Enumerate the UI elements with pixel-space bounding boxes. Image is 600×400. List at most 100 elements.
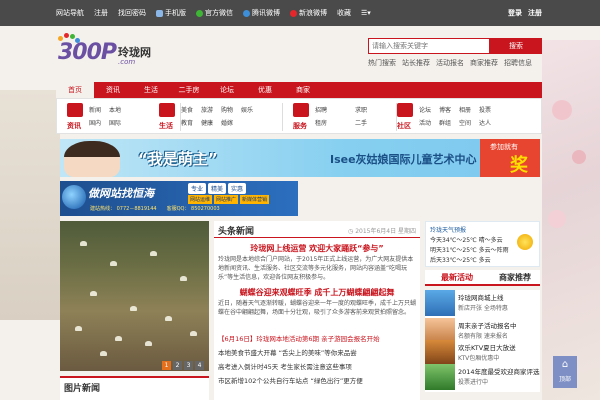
slider-page[interactable]: 4 (195, 361, 204, 370)
news-headline[interactable]: 蝴蝶谷迎来观蝶旺季 成千上万蝴蝶翩翩起舞 (214, 287, 420, 298)
top-links: 网站导航 注册 找回密码 手机版 官方微信 腾讯微博 新浪微博 收藏 ☰▾ (56, 8, 371, 18)
nav-item-forum[interactable]: 论坛 (208, 82, 246, 98)
subnav-link[interactable]: 达人 (479, 118, 495, 127)
subnav-link[interactable]: 活动 (419, 118, 435, 127)
side-list-item[interactable]: 2014年度最受欢迎商家评选 投票进行中 (425, 364, 540, 392)
banner-subline: Isee灰姑娘国际儿童艺术中心 (330, 153, 477, 166)
subnav-link[interactable]: 婚嫁 (221, 118, 237, 127)
subnav-link[interactable]: 美食 (181, 105, 197, 114)
headline-news: 头条新闻 ◷ 2015年6月4日 星期四 玲珑网上线运营 欢迎大家踊跃“参与” … (214, 221, 420, 400)
top-link-tencent-weibo[interactable]: 腾讯微博 (243, 8, 280, 18)
background-decoration-left (0, 90, 60, 320)
register-link[interactable]: 注册 (528, 8, 542, 18)
globe-icon (62, 185, 86, 209)
subnav-link[interactable]: 本地 (109, 105, 125, 114)
hot-word[interactable]: 站长推荐 (402, 58, 430, 68)
side-tabs: 最新活动 商家推荐 (425, 270, 540, 286)
list-icon[interactable]: ☰▾ (361, 9, 371, 17)
top-link-site-nav[interactable]: 网站导航 (56, 8, 84, 18)
subnav-link[interactable]: 购物 (221, 105, 237, 114)
news-list-item[interactable]: 本地美食节盛大开幕 “舌尖上的美味”等你来品尝 (218, 347, 416, 357)
subnav-link[interactable]: 空间 (459, 118, 475, 127)
logo-digits: 300P (58, 40, 117, 65)
subnav-link[interactable]: 相册 (459, 105, 475, 114)
news-list-item[interactable]: 市区新增102个公共自行车站点 “绿色出行”更方便 (218, 375, 416, 385)
cartoon-girl-illustration (64, 141, 120, 177)
news-list-item[interactable]: 高考进入倒计时45天 考生家长需注意这些事项 (218, 361, 416, 371)
top-account-links: 登录 注册 (508, 8, 542, 18)
section-title: 图片新闻 (64, 384, 101, 394)
flower-decoration (548, 210, 566, 228)
nav-item-life[interactable]: 生活 (132, 82, 170, 98)
nav-item-news[interactable]: 资讯 (94, 82, 132, 98)
hot-word[interactable]: 商家推荐 (470, 58, 498, 68)
news-header: 头条新闻 ◷ 2015年6月4日 星期四 (214, 221, 420, 238)
item-subtitle: 投票进行中 (458, 379, 489, 386)
nav-item-merchants[interactable]: 商家 (284, 82, 322, 98)
subnav-link[interactable]: 国际 (109, 118, 125, 127)
item-title: 欢乐KTV夏日大放送 (458, 344, 516, 352)
subnav-link[interactable]: 娱乐 (241, 105, 257, 114)
ad-banner-web-design[interactable]: 做网站找恒海 专业 精美 实惠 网站运维 网站推广 新媒体营销 建站热线： 07… (60, 181, 298, 216)
back-to-top-label: 顶部 (558, 376, 571, 383)
slider-page[interactable]: 1 (162, 361, 171, 370)
subnav-link[interactable]: 二手 (355, 118, 371, 127)
news-list-item[interactable]: 【6月16日】玲珑网本地活动第6期 亲子游园会报名开始 (218, 333, 416, 343)
subnav-link[interactable]: 新闻 (89, 105, 105, 114)
news-date: ◷ 2015年6月4日 星期四 (348, 228, 416, 235)
site-logo[interactable]: 300P 玲珑网 .com (56, 33, 166, 72)
subnav-link[interactable]: 教育 (181, 118, 197, 127)
hot-word[interactable]: 活动报名 (436, 58, 464, 68)
background-decoration-right (542, 40, 600, 400)
side-list-item[interactable]: 玲珑网商城上线 新店开张 全场特惠 (425, 290, 540, 318)
slider-page[interactable]: 2 (173, 361, 182, 370)
news-summary: 近日，随着天气逐渐转暖，蝴蝶谷迎来一年一度的观蝶旺季，成千上万只蝴蝶在谷中翩翩起… (218, 300, 417, 316)
search-box: 搜索 (368, 38, 542, 54)
badge-main: 奖 (510, 155, 528, 176)
thumbnail (425, 364, 455, 390)
thumbnail (425, 340, 455, 366)
tag: 网站推广 (214, 195, 239, 204)
search-input[interactable] (368, 38, 490, 54)
subnav-link[interactable]: 国内 (89, 118, 105, 127)
weather-widget: 玲珑天气预报 今天34℃～25℃ 晴～多云 明天31℃～25℃ 多云～阵雨 后天… (425, 221, 540, 267)
top-link-register[interactable]: 注册 (94, 8, 108, 18)
subnav-link[interactable]: 健康 (201, 118, 217, 127)
subnav-link[interactable]: 招聘 (315, 105, 331, 114)
slider-page[interactable]: 3 (184, 361, 193, 370)
hot-word[interactable]: 热门搜索 (368, 58, 396, 68)
subnav-link[interactable]: 租房 (315, 118, 331, 127)
back-to-top-button[interactable]: ⌂ 顶部 (553, 356, 577, 388)
weather-row: 后天33℃～25℃ 多云 (430, 257, 491, 264)
top-link-forgot-password[interactable]: 找回密码 (118, 8, 146, 18)
search-button[interactable]: 搜索 (490, 38, 542, 54)
top-link-favorite[interactable]: 收藏 (337, 8, 351, 18)
login-link[interactable]: 登录 (508, 8, 522, 18)
subnav-link[interactable]: 求职 (355, 105, 371, 114)
subnav-link[interactable]: 群组 (439, 118, 455, 127)
qq: 客服QQ： 850270003 (166, 206, 220, 212)
service-icon (293, 103, 309, 117)
subnav-link[interactable]: 旅游 (201, 105, 217, 114)
subnav-link[interactable]: 论坛 (419, 105, 435, 114)
nav-item-deals[interactable]: 优惠 (246, 82, 284, 98)
nav-item-housing[interactable]: 二手房 (170, 82, 208, 98)
tab-latest-events[interactable]: 最新活动 (441, 272, 473, 283)
hot-word[interactable]: 招聘信息 (504, 58, 532, 68)
nav-item-home[interactable]: 首页 (56, 82, 94, 98)
top-link-wechat[interactable]: 官方微信 (196, 8, 233, 18)
sina-weibo-icon (290, 9, 297, 17)
subnav-link[interactable]: 投票 (479, 105, 495, 114)
tag: 精美 (208, 183, 227, 194)
weather-row: 今天34℃～25℃ 晴～多云 (430, 237, 503, 244)
photo-slider[interactable]: 1 2 3 4 (60, 221, 209, 371)
sun-icon (517, 234, 533, 250)
top-link-sina-weibo[interactable]: 新浪微博 (290, 8, 327, 18)
banner-contact: 建站热线： 0772－8819144 客服QQ： 850270003 (90, 205, 220, 212)
subnav-link[interactable]: 博客 (439, 105, 455, 114)
tag: 网站运维 (188, 195, 213, 204)
top-link-mobile[interactable]: 手机版 (156, 8, 186, 18)
tab-merchant-picks[interactable]: 商家推荐 (499, 272, 531, 283)
news-headline[interactable]: 玲珑网上线运营 欢迎大家踊跃“参与” (214, 243, 420, 254)
ad-banner-art-center[interactable]: “我是萌主” Isee灰姑娘国际儿童艺术中心 参加就有 奖 (60, 139, 540, 177)
